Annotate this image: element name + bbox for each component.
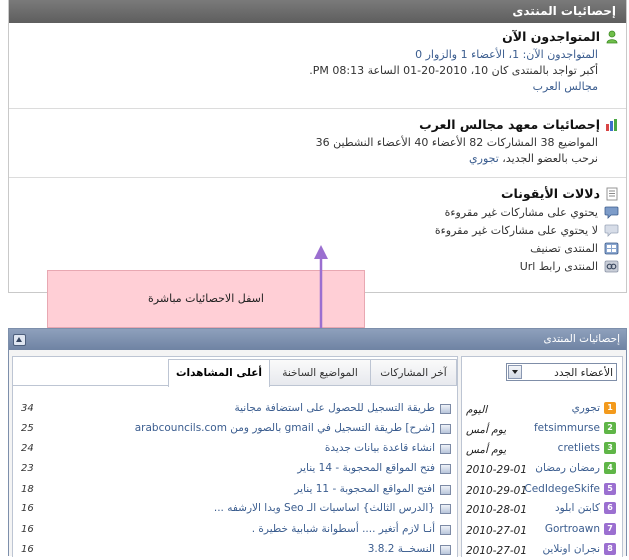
forum-stats-section: إحصائيات معهد مجالس العرب المواضيع 38 ال… — [9, 109, 626, 178]
thread-title-link[interactable]: [شرح] طريقة التسجيل في gmail بالصور ومن … — [135, 422, 435, 434]
user-icon — [606, 30, 618, 43]
panel-title: إحصائيات المنتدى — [9, 0, 626, 23]
thread-title-link[interactable]: افتح المواقع المحجوبة - 11 يناير — [294, 483, 435, 495]
rank-badge: 8 — [604, 543, 616, 555]
thread-icon — [440, 444, 451, 454]
legend-heading: دلالات الأيقونات — [500, 186, 600, 201]
member-row: 3 cretliets يوم أمس — [462, 440, 622, 459]
thread-row: انشاء قاعدة بيانات جديدة 24 — [13, 440, 457, 459]
forum-stats-box-title: إحصائيات المنتدى — [543, 333, 620, 345]
thread-icon — [440, 525, 451, 535]
thread-row: طريقة التسجيل للحصول على استضافة مجانية 3… — [13, 400, 457, 419]
view-count: 16 — [21, 524, 34, 535]
thread-title-link[interactable]: انشاء قاعدة بيانات جديدة — [325, 442, 435, 454]
view-count: 24 — [21, 443, 34, 454]
newest-member-link[interactable]: تجوري — [469, 152, 499, 165]
member-name-link[interactable]: CedIdegeSkife — [524, 483, 600, 495]
document-icon — [606, 187, 618, 200]
rank-badge: 2 — [604, 422, 616, 434]
category-icon — [604, 242, 619, 255]
member-row: 4 رمضان رمضان 2010-29-01 — [462, 460, 622, 479]
member-name-link[interactable]: كابتن ابلود — [555, 502, 600, 514]
thread-title-link[interactable]: النسخــة 3.8.2 — [368, 543, 435, 555]
link-icon — [604, 260, 619, 273]
rank-badge: 6 — [604, 502, 616, 514]
thread-row: [شرح] طريقة التسجيل في gmail بالصور ومن … — [13, 420, 457, 439]
thread-row: {الدرس الثالث} اساسيات الـ Seo وبدا الار… — [13, 500, 457, 519]
max-online-record: أكبر تواجد بالمنتدى كان 10، 2010-20-01 ا… — [309, 64, 598, 77]
thread-row: أنـا لازم أتغير .... أسطوانة شبابية خطير… — [13, 521, 457, 540]
forum-stats-box-header: إحصائيات المنتدى — [9, 329, 626, 350]
rank-badge: 7 — [604, 523, 616, 535]
thread-icon — [440, 424, 451, 434]
speech-bubble-icon — [604, 206, 619, 219]
view-count: 16 — [21, 503, 34, 514]
member-name-link[interactable]: نجران اونلاين — [542, 543, 600, 555]
threads-panel: أعلى المشاهدات المواضيع الساخنة آخر المش… — [12, 356, 458, 557]
rank-badge: 4 — [604, 462, 616, 474]
thread-row: النسخــة 3.8.2 16 — [13, 541, 457, 560]
thread-title-link[interactable]: طريقة التسجيل للحصول على استضافة مجانية — [234, 402, 435, 414]
tab-most-viewed[interactable]: أعلى المشاهدات — [168, 359, 270, 387]
member-row: 5 CedIdegeSkife 2010-29-01 — [462, 481, 622, 500]
join-date: 2010-29-01 — [466, 464, 528, 476]
view-count: 23 — [21, 463, 34, 474]
member-row: 1 تجوري اليوم — [462, 400, 622, 419]
view-count: 16 — [21, 544, 34, 555]
welcome-text: نرحب بالعضو الجديد، — [498, 152, 598, 165]
join-date: 2010-27-01 — [466, 525, 528, 537]
member-name-link[interactable]: fetsimmurse — [534, 422, 600, 434]
collapse-toggle-icon[interactable] — [13, 334, 26, 346]
member-row: 7 Gortroawn 2010-27-01 — [462, 521, 622, 540]
legend-item-unread: يحتوي على مشاركات غير مقروءة — [9, 203, 626, 221]
join-date: 2010-29-01 — [466, 485, 528, 497]
view-count: 34 — [21, 403, 34, 414]
chevron-down-icon[interactable] — [508, 365, 522, 379]
member-row: 6 كابتن ابلود 2010-28-01 — [462, 500, 622, 519]
view-count: 25 — [21, 423, 34, 434]
forum-stats-box: إحصائيات المنتدى الأعضاء الجدد 1 تجوري الي… — [8, 328, 627, 557]
tab-latest-posts[interactable]: آخر المشاركات — [370, 359, 457, 385]
rank-badge: 1 — [604, 402, 616, 414]
online-user-link[interactable]: مجالس العرب — [533, 80, 598, 93]
bar-chart-icon — [606, 118, 617, 131]
thread-icon — [440, 464, 451, 474]
tab-hot-threads[interactable]: المواضيع الساخنة — [269, 359, 371, 385]
join-date: 2010-27-01 — [466, 545, 528, 557]
member-name-link[interactable]: تجوري — [572, 402, 600, 414]
members-filter-select[interactable]: الأعضاء الجدد — [506, 363, 617, 381]
new-members-list: الأعضاء الجدد 1 تجوري اليوم 2 fetsimmurse يوم… — [461, 356, 623, 557]
view-count: 18 — [21, 484, 34, 495]
forum-totals: المواضيع 38 المشاركات 82 الأعضاء 40 الأع… — [315, 136, 598, 149]
speech-bubble-faded-icon — [604, 224, 619, 237]
thread-title-link[interactable]: أنـا لازم أتغير .... أسطوانة شبابية خطير… — [252, 523, 435, 535]
member-row: 8 نجران اونلاين 2010-27-01 — [462, 541, 622, 560]
member-name-link[interactable]: cretliets — [558, 442, 600, 454]
thread-row: فتح المواقع المحجوبة - 14 يناير 23 — [13, 460, 457, 479]
forum-stats-heading: إحصائيات معهد مجالس العرب — [419, 117, 600, 132]
threads-tabs: أعلى المشاهدات المواضيع الساخنة آخر المش… — [13, 357, 457, 387]
join-date: يوم أمس — [466, 424, 507, 436]
online-heading: المتواجدون الآن — [502, 29, 600, 44]
thread-icon — [440, 545, 451, 555]
thread-title-link[interactable]: فتح المواقع المحجوبة - 14 يناير — [297, 462, 435, 474]
thread-icon — [440, 504, 451, 514]
member-name-link[interactable]: رمضان رمضان — [535, 462, 600, 474]
online-users-section: المتواجدون الآن المتواجدون الآن: 1، الأع… — [9, 23, 626, 109]
rank-badge: 5 — [604, 483, 616, 495]
join-date: اليوم — [466, 404, 488, 416]
member-row: 2 fetsimmurse يوم أمس — [462, 420, 622, 439]
join-date: 2010-28-01 — [466, 504, 528, 516]
online-count: المتواجدون الآن: 1، الأعضاء 1 والزوار 0 — [415, 48, 598, 61]
thread-icon — [440, 485, 451, 495]
thread-icon — [440, 404, 451, 414]
rank-badge: 3 — [604, 442, 616, 454]
member-name-link[interactable]: Gortroawn — [545, 523, 600, 535]
legend-item-read: لا يحتوي على مشاركات غير مقروءة — [9, 221, 626, 239]
thread-title-link[interactable]: {الدرس الثالث} اساسيات الـ Seo وبدا الار… — [214, 502, 435, 514]
join-date: يوم أمس — [466, 444, 507, 456]
thread-row: افتح المواقع المحجوبة - 11 يناير 18 — [13, 481, 457, 500]
